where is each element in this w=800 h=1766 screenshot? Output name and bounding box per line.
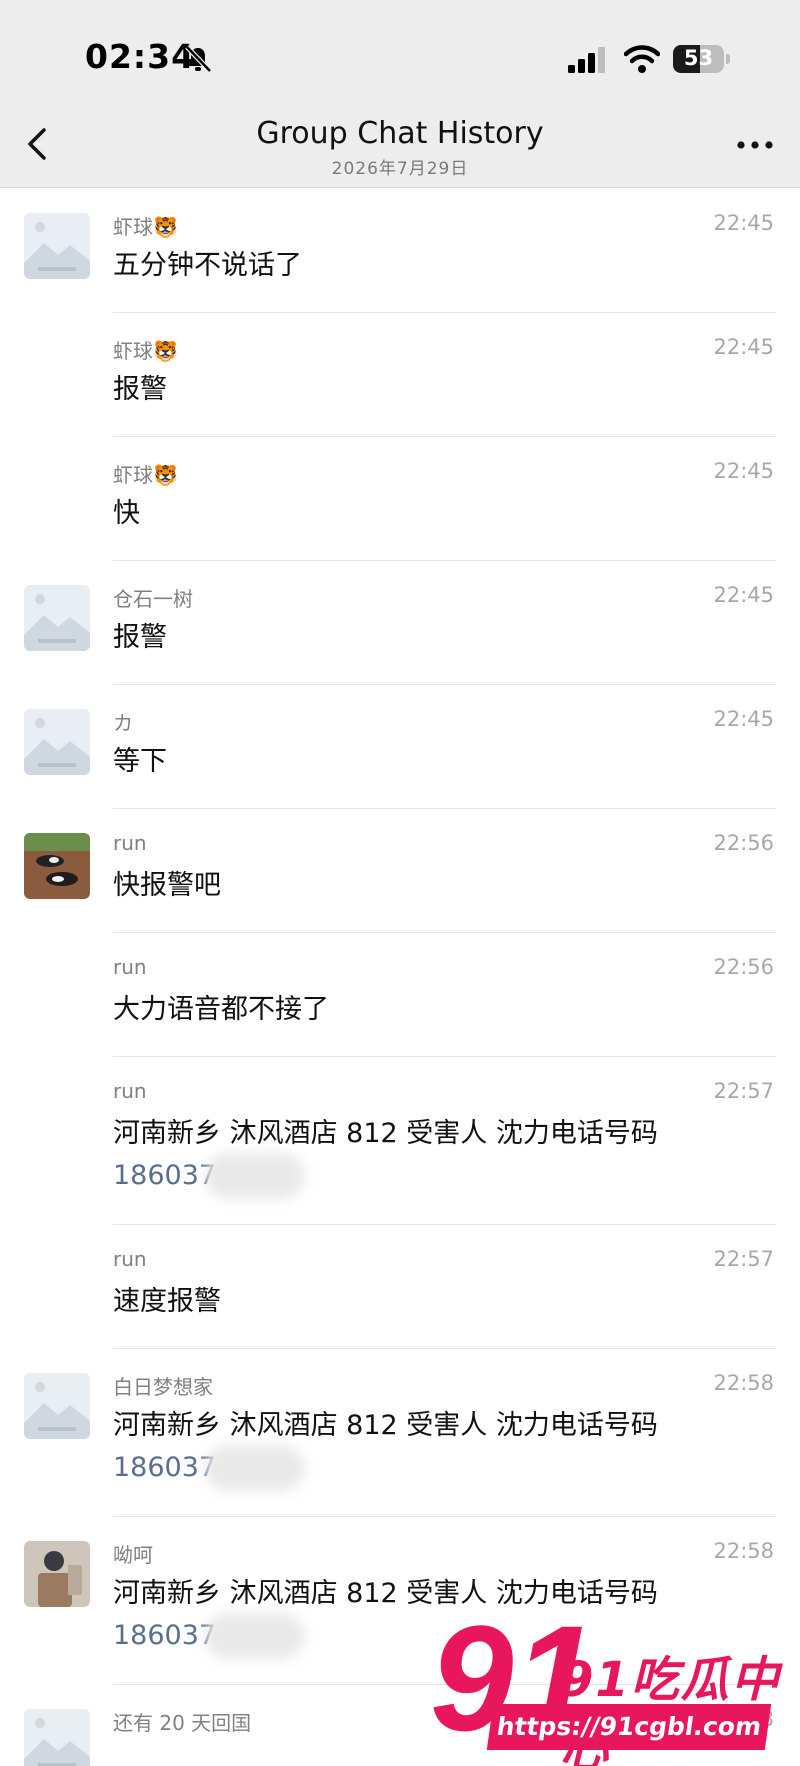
message-text: 速度报警 — [113, 1286, 221, 1317]
phone-number-link[interactable]: 186037 — [113, 1617, 216, 1655]
cellular-signal-icon — [568, 47, 605, 73]
message-time: 22:58 — [713, 1539, 774, 1563]
message-item[interactable]: 仓石一树 22:45 报警 — [0, 561, 800, 685]
message-time: 22:45 — [713, 583, 774, 607]
sender-name: 虾球🐯 — [113, 339, 178, 363]
phone-number-link[interactable]: 186037 — [113, 1157, 216, 1195]
message-text: 等下 — [113, 746, 167, 777]
message-time: 22:57 — [713, 1247, 774, 1271]
placeholder-avatar[interactable] — [24, 585, 90, 651]
sender-name: 呦呵 — [113, 1543, 153, 1567]
message-time: 22:45 — [713, 211, 774, 235]
photo-avatar-dogs[interactable] — [24, 833, 90, 899]
photo-avatar-person[interactable] — [24, 1541, 90, 1607]
status-time: 02:34 — [85, 37, 196, 76]
sender-name: run — [113, 831, 147, 855]
chat-history-list: 虾球🐯 22:45 五分钟不说话了 虾球🐯 22:45 报警 虾球🐯 22:45 快仓石一树 22… — [0, 189, 800, 1766]
message-item[interactable]: run 22:56 快报警吧 — [0, 809, 800, 933]
message-time: 22:58 — [713, 1371, 774, 1395]
message-text: 快 — [113, 498, 140, 529]
navigation-bar: Group Chat History 2026年7月29日 — [0, 100, 800, 188]
message-time: 22:45 — [713, 459, 774, 483]
message-item[interactable]: 白日梦想家 22:58 河南新乡 沐风酒店 812 受害人 沈力电话号码 186037 — [0, 1349, 800, 1517]
page-date: 2026年7月29日 — [331, 159, 469, 179]
message-time: 22:45 — [713, 335, 774, 359]
message-time: 22:57 — [713, 1079, 774, 1103]
sender-name: 虾球🐯 — [113, 215, 178, 239]
message-item[interactable]: run 22:56 大力语音都不接了 — [0, 933, 800, 1057]
message-text: 报警 — [113, 374, 167, 405]
message-time: 22:45 — [713, 707, 774, 731]
message-text: 河南新乡 沐风酒店 812 受害人 沈力电话号码 — [113, 1410, 658, 1441]
message-text: 河南新乡 沐风酒店 812 受害人 沈力电话号码 — [113, 1118, 658, 1149]
sender-name: 还有 20 天回国 — [113, 1711, 252, 1735]
message-time: 22:56 — [713, 831, 774, 855]
wifi-icon — [624, 45, 660, 73]
message-text: 河南新乡 沐风酒店 812 受害人 沈力电话号码 — [113, 1578, 658, 1609]
message-item[interactable]: run 22:57 河南新乡 沐风酒店 812 受害人 沈力电话号码 186037 — [0, 1057, 800, 1225]
message-time: 22:56 — [713, 955, 774, 979]
sender-name: run — [113, 1079, 147, 1103]
status-bar: 02:34 53 — [0, 0, 800, 100]
sender-name: 虾球🐯 — [113, 463, 178, 487]
message-text: 报警 — [113, 622, 167, 653]
watermark-url: https://91cgbl.com — [486, 1704, 772, 1750]
message-text: 快报警吧 — [113, 870, 221, 901]
message-item[interactable]: カ 22:45 等下 — [0, 685, 800, 809]
message-text: 五分钟不说话了 — [113, 250, 302, 281]
message-item[interactable]: run 22:57 速度报警 — [0, 1225, 800, 1349]
bell-mute-icon — [185, 45, 212, 73]
placeholder-avatar[interactable] — [24, 709, 90, 775]
sender-name: 白日梦想家 — [113, 1375, 213, 1399]
phone-number-link[interactable]: 186037 — [113, 1449, 216, 1487]
message-item[interactable]: 虾球🐯 22:45 报警 — [0, 313, 800, 437]
sender-name: run — [113, 1247, 147, 1271]
sender-name: カ — [113, 711, 133, 735]
redaction-blur — [205, 1153, 305, 1199]
message-text: 大力语音都不接了 — [113, 994, 329, 1025]
placeholder-avatar[interactable] — [24, 1373, 90, 1439]
page-title: Group Chat History — [256, 116, 544, 151]
battery-percent: 53 — [683, 46, 714, 70]
redaction-blur — [205, 1445, 305, 1491]
more-options-icon[interactable] — [730, 130, 780, 160]
placeholder-avatar[interactable] — [24, 213, 90, 279]
battery-indicator: 53 — [673, 45, 730, 73]
message-item[interactable]: 虾球🐯 22:45 五分钟不说话了 — [0, 189, 800, 313]
placeholder-avatar[interactable] — [24, 1709, 90, 1766]
redaction-blur — [205, 1613, 305, 1659]
sender-name: run — [113, 955, 147, 979]
sender-name: 仓石一树 — [113, 587, 193, 611]
message-item[interactable]: 虾球🐯 22:45 快 — [0, 437, 800, 561]
